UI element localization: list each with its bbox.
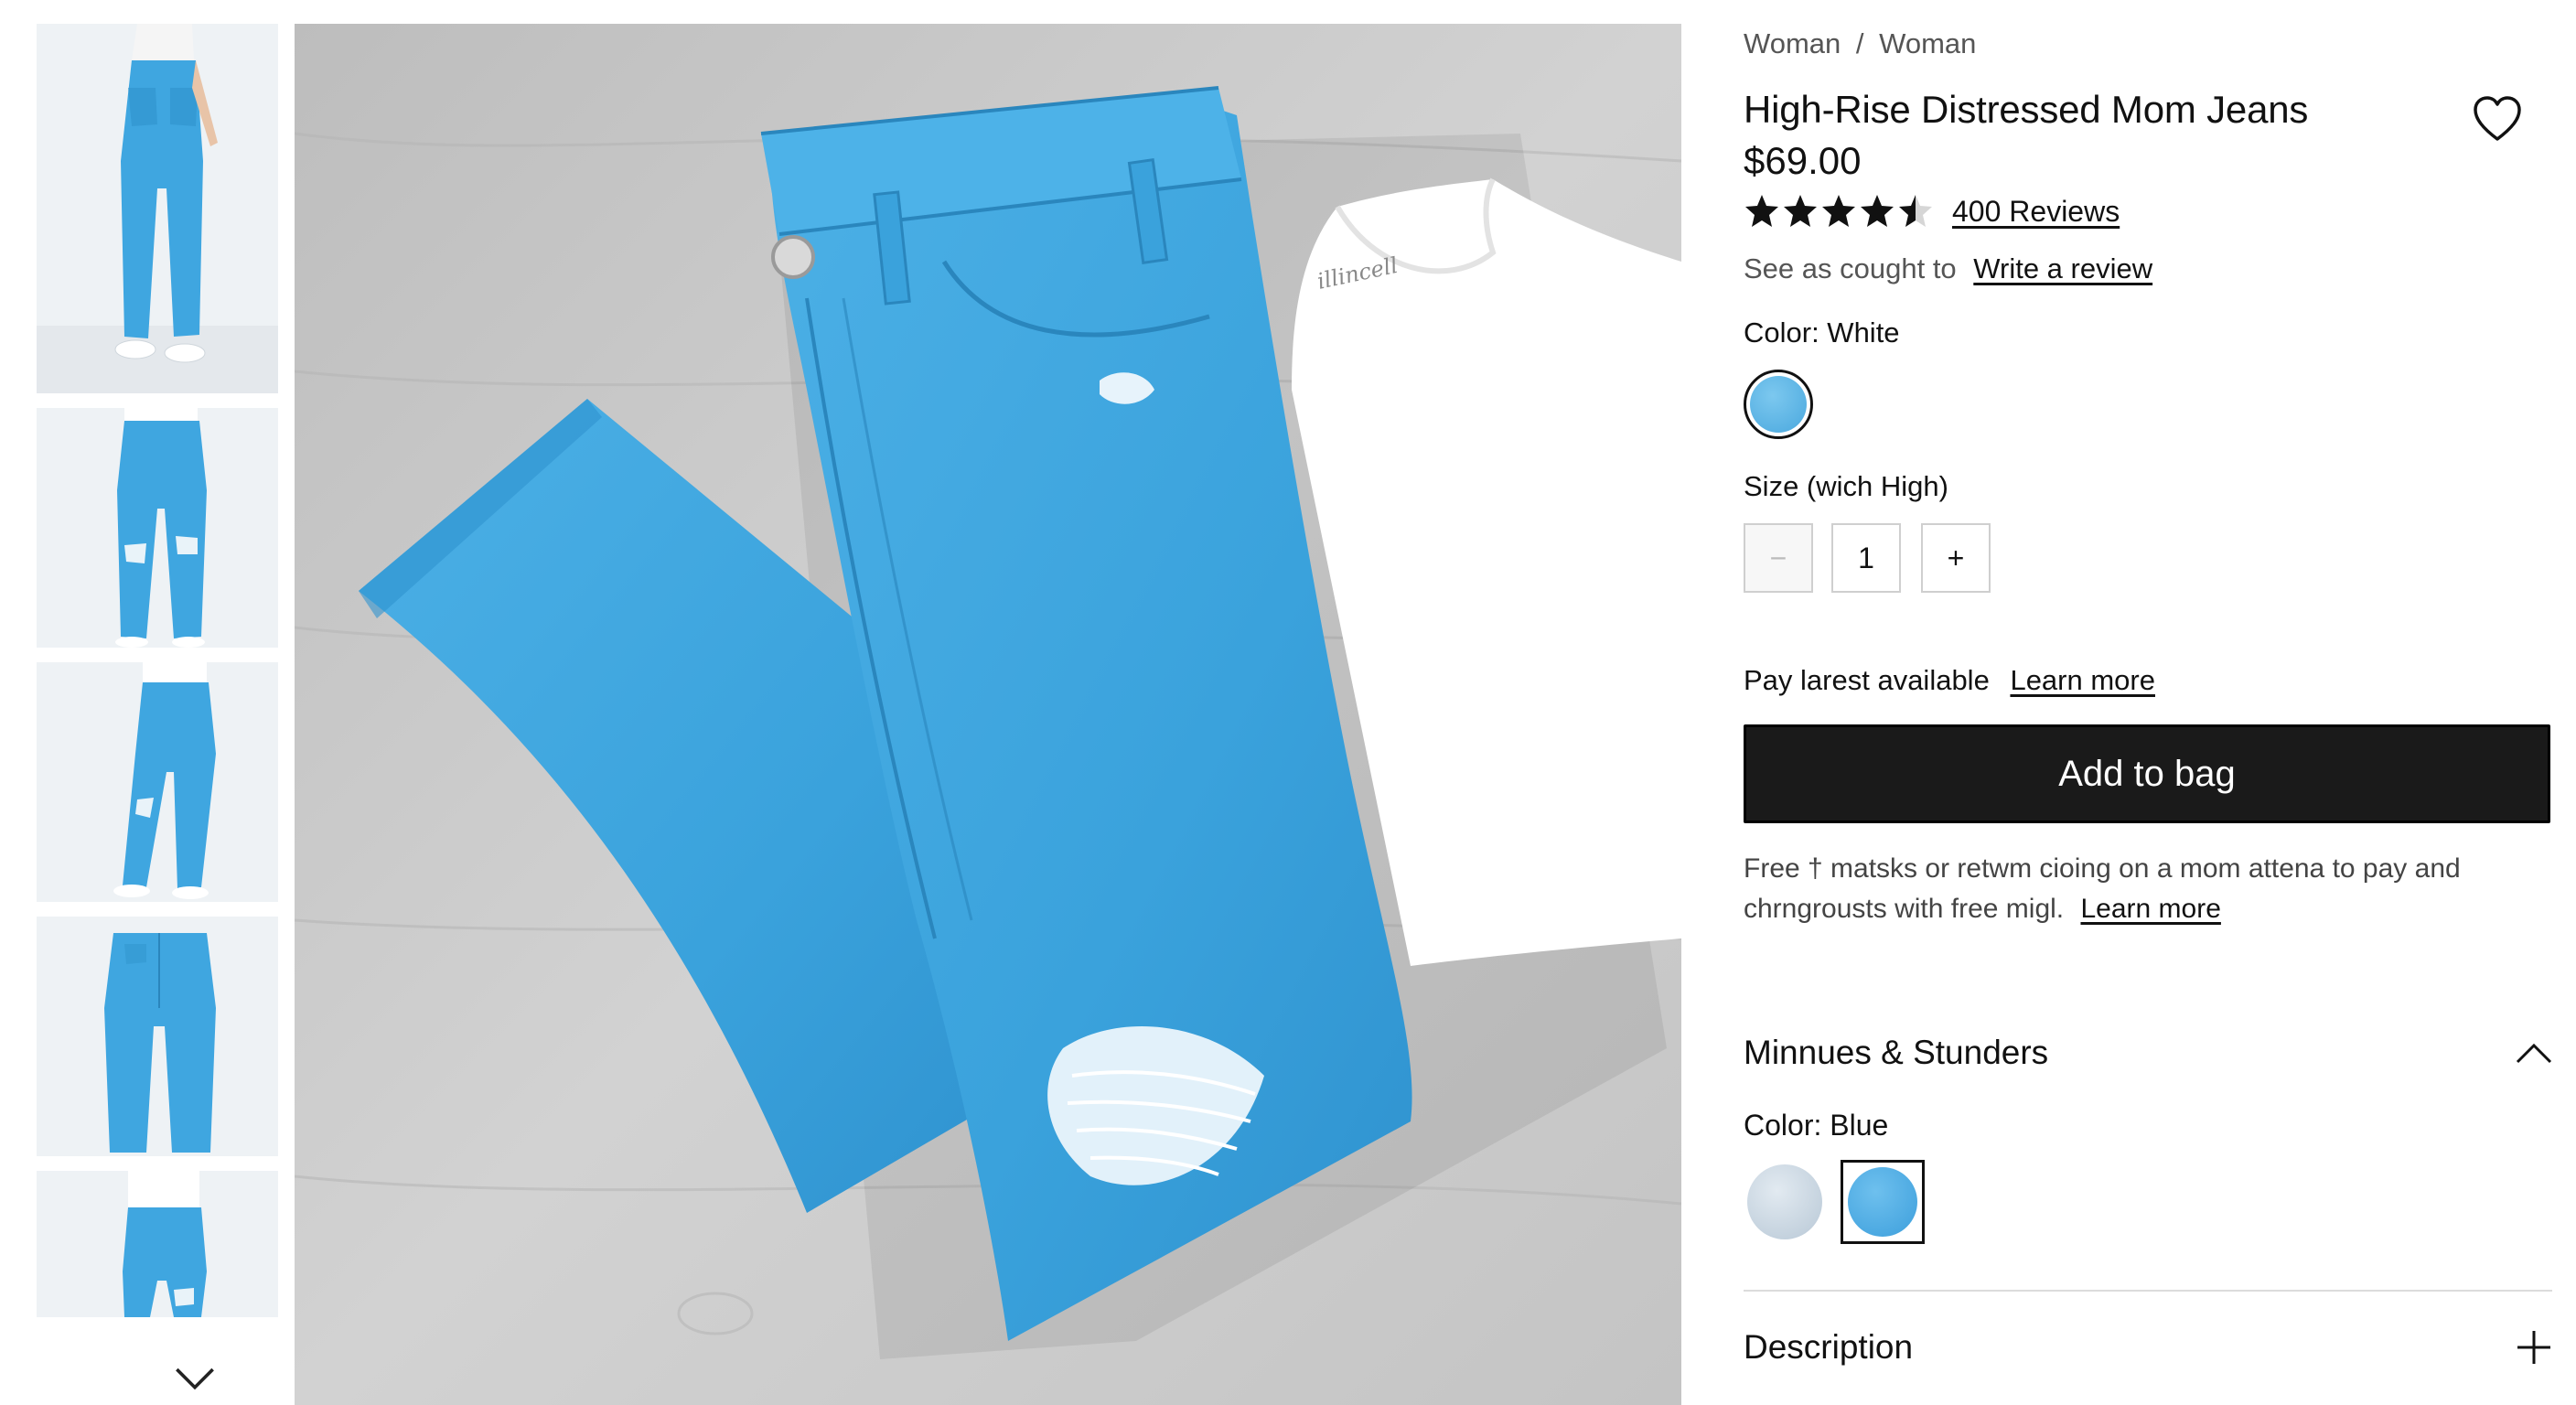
thumbnail-1[interactable] — [37, 24, 278, 393]
fits-swatch-row — [1744, 1160, 1925, 1244]
star-rating — [1744, 193, 1934, 230]
reviews-link[interactable]: 400 Reviews — [1952, 195, 2120, 229]
product-info-panel: Woman / Woman High-Rise Distressed Mom J… — [1744, 0, 2552, 1405]
star-icon — [1822, 195, 1855, 227]
fits-color-label: Color: Blue — [1744, 1109, 1889, 1142]
review-prompt-text: See as cought to — [1744, 252, 1957, 284]
swatch-medium-blue-selected[interactable] — [1841, 1160, 1925, 1244]
swatch-color — [1848, 1167, 1917, 1237]
section-divider — [1744, 1290, 2552, 1292]
review-prompt: See as cought to Write a review — [1744, 252, 2152, 285]
breadcrumb-link-1[interactable]: Woman — [1744, 27, 1841, 59]
quantity-stepper: − 1 + — [1744, 523, 1991, 593]
heart-icon — [2474, 96, 2521, 141]
quantity-value[interactable]: 1 — [1831, 523, 1901, 593]
payment-learn-more-link[interactable]: Learn more — [2010, 664, 2155, 696]
star-icon — [1899, 195, 1932, 227]
wishlist-button[interactable] — [2472, 95, 2523, 143]
chevron-up-icon — [2516, 1043, 2552, 1064]
color-swatch-selected[interactable] — [1744, 370, 1813, 439]
rating-row: 400 Reviews — [1744, 192, 2120, 231]
model-back-view-image — [37, 24, 278, 393]
thumbnail-4[interactable] — [37, 917, 278, 1156]
fits-accordion-header[interactable]: Minnues & Stunders — [1744, 1030, 2552, 1076]
chevron-down-icon — [176, 1367, 214, 1390]
add-to-bag-button[interactable]: Add to bag — [1744, 724, 2550, 823]
description-accordion-title: Description — [1744, 1328, 1914, 1366]
size-label: Size (wich High) — [1744, 470, 1948, 502]
thumbnails-next-button[interactable] — [169, 1359, 220, 1396]
fits-accordion-title: Minnues & Stunders — [1744, 1034, 2049, 1071]
jeans-flatlay-image: illincell — [295, 24, 1681, 1405]
star-icon — [1745, 195, 1778, 227]
color-label: Color: White — [1744, 316, 1900, 349]
shipping-info: Free † matsks or retwm cioing on a mom a… — [1744, 849, 2530, 929]
model-side-view-image — [37, 662, 278, 902]
product-title: High-Rise Distressed Mom Jeans — [1744, 88, 2309, 131]
main-product-image[interactable]: illincell — [295, 24, 1681, 1405]
shipping-learn-more-link[interactable]: Learn more — [2080, 894, 2220, 924]
thumbnail-2[interactable] — [37, 408, 278, 648]
plus-icon — [2517, 1331, 2550, 1364]
model-closeup-view-image — [37, 917, 278, 1156]
payment-info: Pay larest available Learn more — [1744, 664, 2155, 697]
thumbnail-3[interactable] — [37, 662, 278, 902]
swatch-color — [1750, 376, 1807, 433]
thumbnail-5[interactable] — [37, 1171, 278, 1317]
star-icon — [1861, 195, 1894, 227]
product-price: $69.00 — [1744, 139, 1862, 182]
write-review-link[interactable]: Write a review — [1973, 252, 2152, 284]
breadcrumb-link-2[interactable]: Woman — [1879, 27, 1976, 59]
description-accordion-header[interactable]: Description — [1744, 1325, 2552, 1370]
swatch-light-wash[interactable] — [1747, 1164, 1822, 1239]
payment-text: Pay larest available — [1744, 664, 1990, 696]
breadcrumb: Woman / Woman — [1744, 27, 1976, 60]
model-front-view-image — [37, 408, 278, 648]
model-detail-view-image — [37, 1171, 278, 1317]
breadcrumb-separator: / — [1855, 27, 1864, 59]
star-icon — [1784, 195, 1817, 227]
decrease-quantity-button[interactable]: − — [1744, 523, 1813, 593]
increase-quantity-button[interactable]: + — [1921, 523, 1991, 593]
